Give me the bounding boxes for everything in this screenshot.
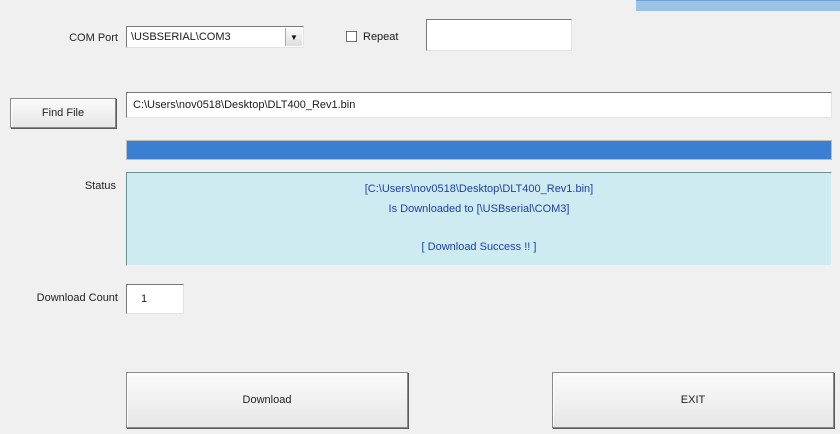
status-line-result: [ Download Success !! ]: [421, 241, 537, 253]
download-count-field[interactable]: 1: [126, 284, 184, 314]
find-file-button[interactable]: Find File: [10, 98, 116, 128]
progress-fill: [127, 141, 831, 159]
status-line-file: [C:\Users\nov0518\Desktop\DLT400_Rev1.bi…: [364, 183, 594, 195]
file-path-value: C:\Users\nov0518\Desktop\DLT400_Rev1.bin: [133, 99, 356, 111]
find-file-button-label: Find File: [41, 107, 85, 119]
file-path-field[interactable]: C:\Users\nov0518\Desktop\DLT400_Rev1.bin: [126, 92, 832, 118]
exit-button[interactable]: EXIT: [552, 372, 834, 428]
download-count-value: 1: [141, 293, 148, 305]
status-panel: [C:\Users\nov0518\Desktop\DLT400_Rev1.bi…: [126, 172, 832, 266]
download-count-label: Download Count: [36, 292, 118, 304]
repeat-checkbox[interactable]: [346, 31, 357, 42]
download-button[interactable]: Download: [126, 372, 408, 428]
exit-button-label: EXIT: [680, 394, 706, 406]
top-accent-strip: [636, 0, 840, 11]
status-line-target: Is Downloaded to [\USBserial\COM3]: [388, 203, 570, 215]
status-label: Status: [84, 180, 116, 192]
chevron-down-icon[interactable]: ▼: [285, 28, 302, 46]
com-port-value: \USBSERIAL\COM3: [131, 31, 231, 43]
download-progress-bar: [126, 140, 832, 160]
download-button-label: Download: [242, 394, 292, 406]
com-port-label: COM Port: [69, 32, 118, 44]
repeat-label: Repeat: [363, 31, 399, 43]
repeat-count-field[interactable]: [426, 19, 572, 51]
com-port-select[interactable]: \USBSERIAL\COM3 ▼: [126, 26, 304, 48]
